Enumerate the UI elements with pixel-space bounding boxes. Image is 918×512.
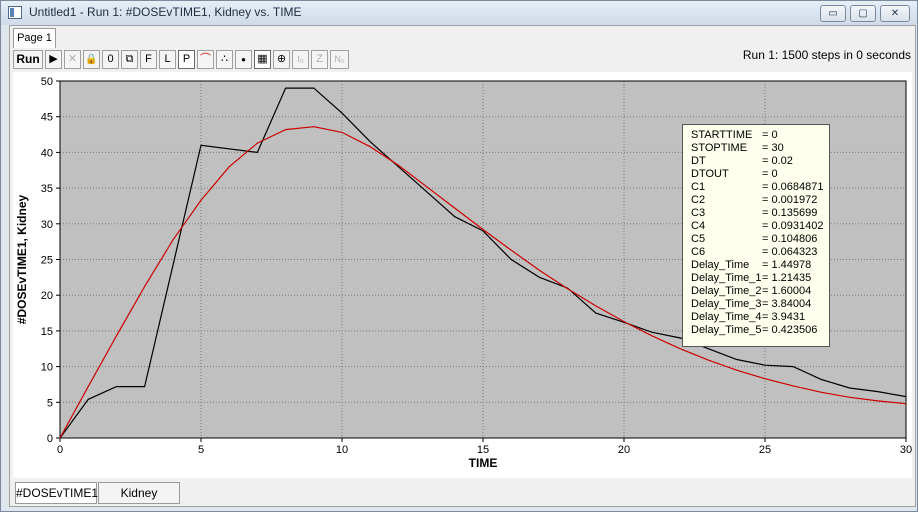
parameter-row: C5 = 0.104806 <box>691 233 829 246</box>
y-tick-label: 50 <box>41 76 53 88</box>
parameter-value: = 0 <box>762 168 778 180</box>
smooth-line-icon[interactable]: ⌒ <box>197 50 214 69</box>
close-button[interactable]: ✕ <box>880 5 910 22</box>
parameter-value: = 0 <box>762 129 778 141</box>
dot-icon[interactable]: ● <box>235 50 252 69</box>
parameter-name: C5 <box>691 233 706 245</box>
parameter-name: DT <box>691 155 706 167</box>
plot-area[interactable]: 0 5 10 15 20 25 30 0 5 10 15 20 25 30 35 40 45 50 TIME #DOS… <box>13 72 912 478</box>
y-tick-label: 25 <box>41 255 53 267</box>
parameter-row: STARTTIME = 0 <box>691 129 829 142</box>
copy-icon[interactable]: ⧉ <box>121 50 138 69</box>
y-tick-label: 45 <box>41 112 53 124</box>
parameter-row: STOPTIME = 30 <box>691 142 829 155</box>
no-button[interactable]: N₀ <box>330 50 349 69</box>
parameter-legend[interactable]: STARTTIME = 0 STOPTIME = 30 DT = 0.02 DTOUT = 0… <box>682 124 830 347</box>
x-tick-label: 15 <box>477 444 489 456</box>
parameter-name: C2 <box>691 194 706 206</box>
minimize-button[interactable]: ▭ <box>820 5 846 22</box>
maximize-button[interactable]: ▢ <box>850 5 876 22</box>
parameter-name: DTOUT <box>691 168 729 180</box>
app-window: Untitled1 - Run 1: #DOSEvTIME1, Kidney v… <box>0 0 918 512</box>
parameter-value: = 1.21435 <box>762 272 812 284</box>
parameter-row: Delay_Time_5 = 0.423506 <box>691 324 829 337</box>
parameter-value: = 30 <box>762 142 784 154</box>
parameter-value: = 0.0684871 <box>762 181 824 193</box>
zero-button[interactable]: 0 <box>102 50 119 69</box>
parameter-value: = 1.60004 <box>762 285 812 297</box>
y-tick-label: 35 <box>41 183 53 195</box>
parameter-name: Delay_Time_3 <box>691 298 762 310</box>
parameter-row: DTOUT = 0 <box>691 168 829 181</box>
parameter-row: C2 = 0.001972 <box>691 194 829 207</box>
parameter-row: Delay_Time_4 = 3.9431 <box>691 311 829 324</box>
x-tick-label: 5 <box>198 444 204 456</box>
parameter-name: C6 <box>691 246 706 258</box>
x-axis-label: TIME <box>469 456 498 470</box>
io-button[interactable]: I₀ <box>292 50 309 69</box>
parameter-row: C1 = 0.0684871 <box>691 181 829 194</box>
parameter-name: C4 <box>691 220 706 232</box>
run-status: Run 1: 1500 steps in 0 seconds <box>742 48 911 62</box>
tab-page-1[interactable]: Page 1 <box>13 28 56 48</box>
x-tick-label: 30 <box>900 444 912 456</box>
tab-series-dose[interactable]: #DOSEvTIME1 <box>15 482 98 504</box>
parameter-value: = 0.02 <box>762 155 793 167</box>
y-tick-label: 20 <box>41 290 53 302</box>
parameter-row: C6 = 0.064323 <box>691 246 829 259</box>
y-tick-label: 30 <box>41 219 53 231</box>
parameter-value: = 3.9431 <box>762 311 806 323</box>
parameter-row: Delay_Time_3 = 3.84004 <box>691 298 829 311</box>
parameter-row: C4 = 0.0931402 <box>691 220 829 233</box>
y-tick-label: 10 <box>41 362 53 374</box>
parameter-value: = 0.0931402 <box>762 220 824 232</box>
crosshair-icon[interactable]: ⊕ <box>273 50 290 69</box>
x-tick-label: 20 <box>618 444 630 456</box>
parameter-name: C3 <box>691 207 706 219</box>
parameter-name: Delay_Time_5 <box>691 324 762 336</box>
parameter-row: Delay_Time_2 = 1.60004 <box>691 285 829 298</box>
parameter-name: Delay_Time <box>691 259 750 271</box>
parameter-name: STARTTIME <box>691 129 753 141</box>
tab-series-kidney[interactable]: Kidney <box>98 482 180 504</box>
f-button[interactable]: F <box>140 50 157 69</box>
x-tick-label: 10 <box>336 444 348 456</box>
parameter-value: = 0.064323 <box>762 246 818 258</box>
parameter-name: Delay_Time_4 <box>691 311 762 323</box>
parameter-row: C3 = 0.135699 <box>691 207 829 220</box>
parameter-value: = 3.84004 <box>762 298 812 310</box>
parameter-row: DT = 0.02 <box>691 155 829 168</box>
parameter-row: Delay_Time_1 = 1.21435 <box>691 272 829 285</box>
parameter-name: Delay_Time_1 <box>691 272 762 284</box>
parameter-name: STOPTIME <box>691 142 748 154</box>
y-tick-label: 0 <box>47 433 53 445</box>
stop-icon[interactable]: ✕ <box>64 50 81 69</box>
scatter-icon[interactable]: ∴ <box>216 50 233 69</box>
z-button[interactable]: Z <box>311 50 328 69</box>
title-bar[interactable]: Untitled1 - Run 1: #DOSEvTIME1, Kidney v… <box>1 1 917 25</box>
parameter-value: = 1.44978 <box>762 259 812 271</box>
run-button[interactable]: Run <box>13 50 43 69</box>
app-icon <box>8 6 22 19</box>
client-area: Page 1 Run ▶ ✕ 🔒 0 ⧉ F L P ⌒ ∴ ● ▦ ⊕ I₀ … <box>9 25 916 507</box>
x-tick-label: 25 <box>759 444 771 456</box>
parameter-name: C1 <box>691 181 706 193</box>
y-axis-label: #DOSEvTIME1, Kidney <box>15 194 29 324</box>
lock-icon[interactable]: 🔒 <box>83 50 100 69</box>
y-tick-label: 5 <box>47 397 53 409</box>
parameter-value: = 0.104806 <box>762 233 818 245</box>
x-tick-label: 0 <box>57 444 63 456</box>
p-button[interactable]: P <box>178 50 195 69</box>
parameter-value: = 0.135699 <box>762 207 818 219</box>
y-tick-label: 40 <box>41 147 53 159</box>
play-icon[interactable]: ▶ <box>45 50 62 69</box>
l-button[interactable]: L <box>159 50 176 69</box>
grid-icon[interactable]: ▦ <box>254 50 271 69</box>
parameter-value: = 0.001972 <box>762 194 818 206</box>
y-tick-label: 15 <box>41 326 53 338</box>
parameter-name: Delay_Time_2 <box>691 285 762 297</box>
parameter-value: = 0.423506 <box>762 324 818 336</box>
window-title: Untitled1 - Run 1: #DOSEvTIME1, Kidney v… <box>29 5 302 19</box>
parameter-row: Delay_Time = 1.44978 <box>691 259 829 272</box>
